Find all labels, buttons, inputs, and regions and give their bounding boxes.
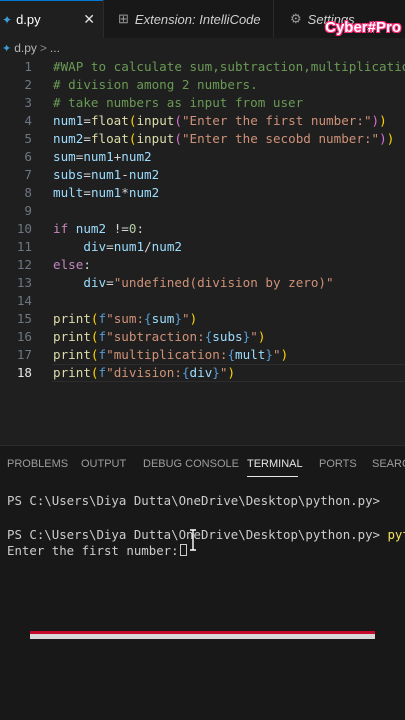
line-number: 8 (24, 185, 32, 200)
line-number: 2 (24, 77, 32, 92)
line-number: 9 (24, 203, 32, 218)
code-text: subs=num1-num2 (53, 167, 160, 182)
line-number: 10 (16, 221, 32, 236)
breadcrumb: ✦ d.py > ... (0, 38, 405, 58)
extension-icon: ⊞ (118, 11, 129, 26)
code-line[interactable]: 3 # take numbers as input from user (0, 94, 405, 112)
tab-extension-intellicode[interactable]: ⊞ Extension: IntelliCode (103, 0, 273, 38)
code-editor[interactable]: 1 #WAP to calculate sum,subtraction,multi… (0, 58, 405, 445)
close-icon[interactable]: ✕ (83, 11, 95, 28)
code-line[interactable]: 4 num1=float(input("Enter the first numbe… (0, 112, 405, 130)
code-line[interactable]: 16 print(f"subtraction:{subs}") (0, 328, 405, 346)
tab-search[interactable]: SEARCH (372, 458, 405, 470)
breadcrumb-separator: > (39, 41, 47, 55)
code-text: #WAP to calculate sum,subtraction,multip… (53, 59, 405, 74)
progress-bar[interactable] (30, 631, 375, 639)
code-text: print(f"multiplication:{mult}") (53, 347, 289, 362)
line-number: 5 (24, 131, 32, 146)
code-line[interactable]: 5 num2=float(input("Enter the secobd numb… (0, 130, 405, 148)
code-text: print(f"subtraction:{subs}") (53, 329, 266, 344)
tab-debug-console[interactable]: DEBUG CONSOLE (143, 458, 239, 470)
python-file-icon: ✦ (2, 42, 12, 55)
code-line[interactable]: 15 print(f"sum:{sum}") (0, 310, 405, 328)
terminal-cursor (179, 544, 187, 556)
code-line[interactable]: 17 print(f"multiplication:{mult}") (0, 346, 405, 364)
code-line[interactable]: 10 if num2 !=0: (0, 220, 405, 238)
line-number: 1 (24, 59, 32, 74)
line-number: 15 (16, 311, 32, 326)
line-number: 14 (16, 293, 32, 308)
code-line[interactable]: 13 div="undefined(division by zero)" (0, 274, 405, 292)
code-text: num2=float(input("Enter the secobd numbe… (53, 131, 395, 146)
text-cursor-icon (190, 529, 196, 551)
code-text: div="undefined(division by zero)" (83, 275, 334, 290)
code-text: div=num1/num2 (83, 239, 182, 254)
tab-output[interactable]: OUTPUT (81, 458, 126, 470)
line-number: 13 (16, 275, 32, 290)
line-number: 6 (24, 149, 32, 164)
panel-tab-bar: PROBLEMS OUTPUT DEBUG CONSOLE TERMINAL P… (0, 445, 405, 481)
tab-problems[interactable]: PROBLEMS (7, 458, 68, 470)
breadcrumb-file[interactable]: d.py (14, 41, 37, 55)
code-line[interactable]: 18 print(f"division:{div}") (0, 364, 405, 382)
terminal-line: Enter the first number: (7, 543, 187, 558)
gear-icon: ⚙ (290, 11, 302, 26)
code-line[interactable]: 8 mult=num1*num2 (0, 184, 405, 202)
code-text: if num2 !=0: (53, 221, 145, 236)
code-line[interactable]: 2 # division among 2 numbers. (0, 76, 405, 94)
line-number: 12 (16, 257, 32, 272)
line-number: 11 (16, 239, 32, 254)
terminal-input-prompt: Enter the first number: (7, 543, 179, 558)
python-file-icon: ✦ (2, 12, 13, 27)
code-line[interactable]: 11 div=num1/num2 (0, 238, 405, 256)
code-line[interactable]: 1 #WAP to calculate sum,subtraction,multi… (0, 58, 405, 76)
terminal-line: PS C:\Users\Diya Dutta\OneDrive\Desktop\… (7, 493, 380, 508)
active-tab-indicator (247, 476, 298, 477)
breadcrumb-more[interactable]: ... (50, 41, 60, 55)
line-number: 3 (24, 95, 32, 110)
terminal[interactable]: PS C:\Users\Diya Dutta\OneDrive\Desktop\… (0, 481, 405, 720)
line-number: 16 (16, 329, 32, 344)
terminal-line: PS C:\Users\Diya Dutta\OneDrive\Desktop\… (7, 527, 405, 542)
code-text: print(f"sum:{sum}") (53, 311, 198, 326)
line-number: 4 (24, 113, 32, 128)
tab-ports[interactable]: PORTS (319, 458, 357, 470)
tab-label: Extension: IntelliCode (134, 11, 261, 27)
code-line[interactable]: 9 (0, 202, 405, 220)
terminal-command: python (387, 527, 405, 542)
tab-label: d.py (16, 12, 41, 27)
code-text: # division among 2 numbers. (53, 77, 258, 92)
code-text: sum=num1+num2 (53, 149, 152, 164)
code-text: mult=num1*num2 (53, 185, 160, 200)
code-line[interactable]: 6 sum=num1+num2 (0, 148, 405, 166)
code-line[interactable]: 12 else: (0, 256, 405, 274)
code-line[interactable]: 14 (0, 292, 405, 310)
line-number: 17 (16, 347, 32, 362)
tab-terminal[interactable]: TERMINAL (247, 458, 303, 470)
code-text: print(f"division:{div}") (53, 365, 236, 380)
code-text: # take numbers as input from user (53, 95, 304, 110)
code-text: else: (53, 257, 91, 272)
line-number: 7 (24, 167, 32, 182)
line-number: 18 (16, 365, 32, 380)
code-line[interactable]: 7 subs=num1-num2 (0, 166, 405, 184)
watermark: Cyber#Pro (325, 19, 401, 36)
code-text: num1=float(input("Enter the first number… (53, 113, 387, 128)
tab-d-py[interactable]: ✦ d.py ✕ (0, 0, 103, 38)
